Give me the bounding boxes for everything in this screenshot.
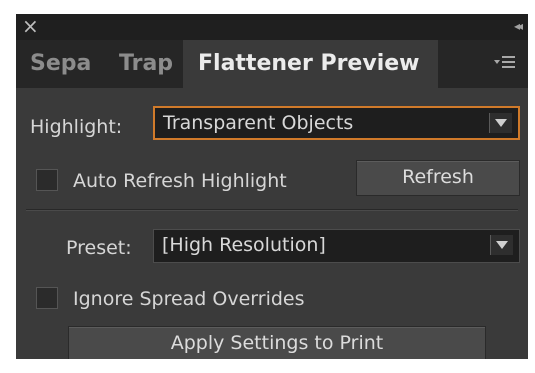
auto-refresh-label: Auto Refresh Highlight — [73, 170, 287, 192]
auto-refresh-checkbox[interactable] — [36, 169, 58, 191]
preset-dropdown[interactable]: [High Resolution] — [153, 229, 520, 263]
apply-settings-to-print-button[interactable]: Apply Settings to Print — [68, 326, 486, 359]
preset-label: Preset: — [66, 237, 132, 259]
flattener-preview-panel: × ◂◂ Sepa Trap Flattener Preview Highlig… — [16, 14, 528, 359]
section-divider — [26, 209, 518, 210]
tab-flattener-preview[interactable]: Flattener Preview — [183, 40, 438, 88]
panel-tab-bar: Sepa Trap Flattener Preview — [16, 40, 528, 88]
ignore-spread-overrides-label: Ignore Spread Overrides — [73, 288, 305, 310]
collapse-icon[interactable]: ◂◂ — [514, 17, 523, 35]
ignore-spread-overrides-checkbox[interactable] — [36, 287, 58, 309]
close-icon[interactable]: × — [22, 15, 39, 37]
panel-titlebar: × ◂◂ — [16, 14, 528, 40]
highlight-value: Transparent Objects — [163, 112, 354, 134]
highlight-dropdown[interactable]: Transparent Objects — [153, 106, 520, 140]
tab-trap[interactable]: Trap — [119, 40, 173, 88]
preset-value: [High Resolution] — [162, 234, 326, 256]
chevron-down-icon — [490, 235, 513, 255]
refresh-button[interactable]: Refresh — [356, 160, 520, 196]
tab-separations[interactable]: Sepa — [30, 40, 91, 88]
highlight-label: Highlight: — [30, 116, 123, 138]
chevron-down-icon — [489, 113, 512, 133]
panel-menu-icon[interactable] — [492, 50, 518, 76]
